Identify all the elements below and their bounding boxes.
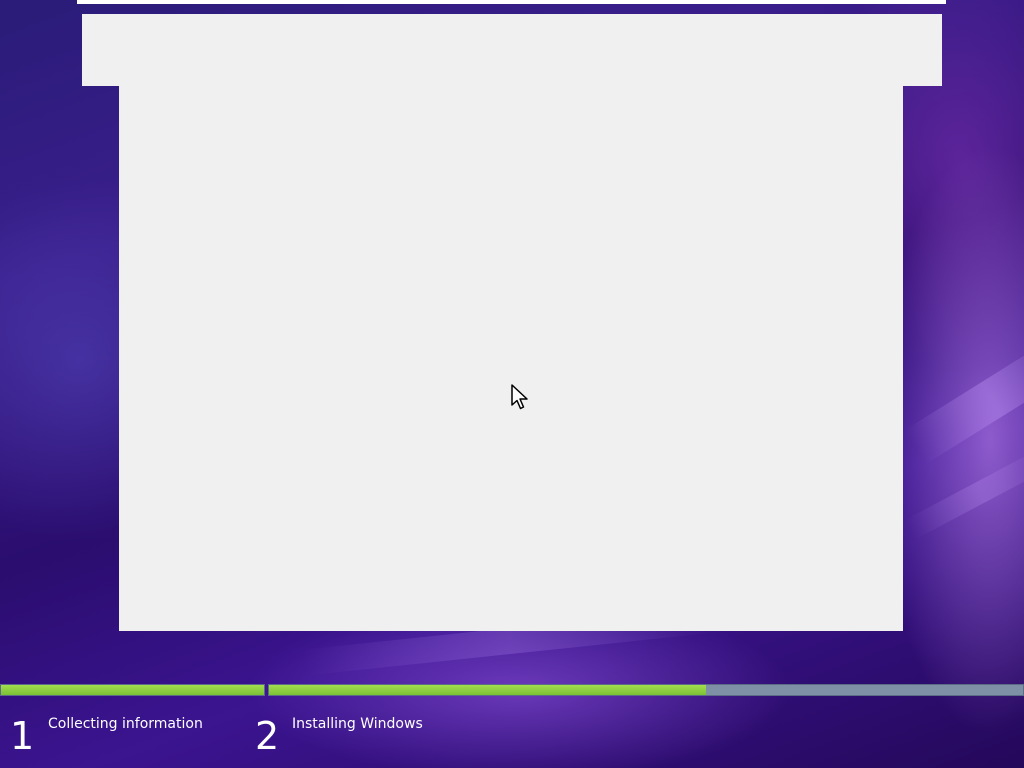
setup-window-body [119, 86, 903, 631]
mouse-pointer-icon [510, 383, 530, 411]
step-2-number: 2 [255, 714, 280, 758]
step-1-label: Collecting information [48, 716, 203, 732]
step-1-progress-bar [0, 684, 265, 696]
step-2-progress-bar [268, 684, 1024, 696]
setup-window-header [82, 14, 942, 86]
step-2-label: Installing Windows [292, 716, 423, 732]
step-2-progress-fill [269, 685, 707, 695]
step-1-number: 1 [10, 714, 35, 758]
top-edge-strip [77, 0, 946, 4]
step-1-progress-fill [1, 685, 264, 695]
background-light-streak [905, 334, 1024, 464]
